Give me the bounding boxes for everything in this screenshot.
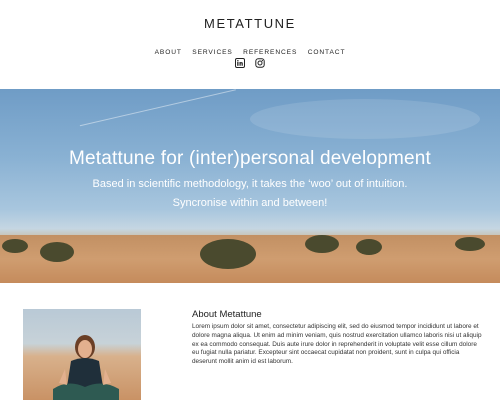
site-header: METATTUNE ABOUT SERVICES REFERENCES CONT… xyxy=(0,0,500,90)
hero-cloud-streak xyxy=(79,89,241,145)
hero-tagline: Syncronise within and between! xyxy=(172,197,328,209)
person-photo-illustration xyxy=(53,335,119,400)
site-title[interactable]: METATTUNE xyxy=(0,16,500,31)
hero-bush xyxy=(455,237,485,251)
hero-bush xyxy=(2,239,28,253)
about-title: About Metattune xyxy=(192,309,262,320)
social-links xyxy=(0,55,500,73)
instagram-icon[interactable] xyxy=(255,55,265,68)
hero-title: Metattune for (inter)personal developmen… xyxy=(68,148,431,169)
about-photo xyxy=(23,309,141,400)
hero-cloud xyxy=(250,99,480,139)
hero-bush xyxy=(356,239,382,255)
hero-bush xyxy=(40,242,74,262)
linkedin-icon[interactable] xyxy=(234,55,245,68)
hero-subtitle: Based in scientific methodology, it take… xyxy=(92,178,408,190)
hero-bush xyxy=(305,235,339,253)
about-body: Lorem ipsum dolor sit amet, consectetur … xyxy=(192,323,482,366)
hero-bush xyxy=(200,239,256,269)
